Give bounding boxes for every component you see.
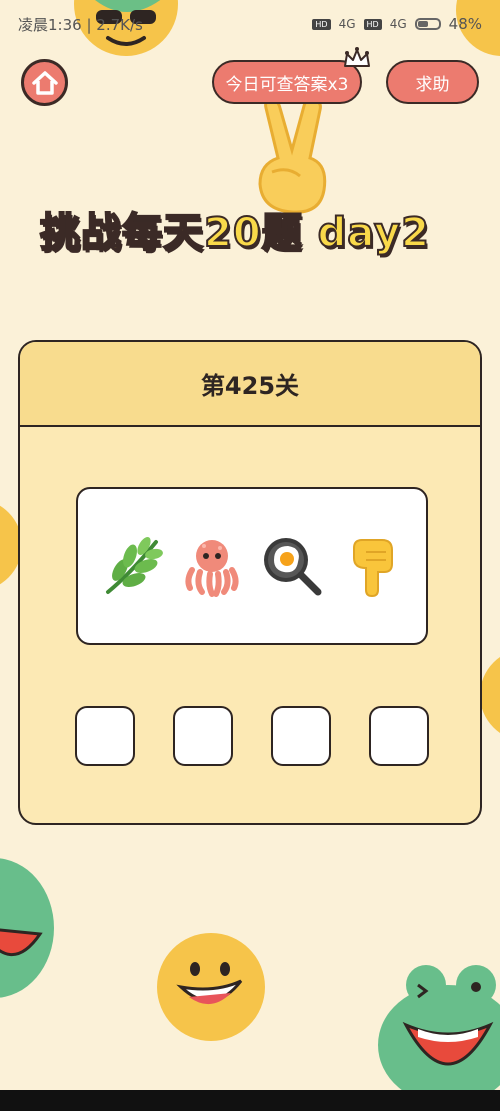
network-type-2: 4G [389, 17, 407, 31]
status-time-speed: 凌晨1:36 | 2.7K/s [18, 14, 312, 35]
level-label: 第425关 [20, 342, 480, 427]
octopus-icon [185, 540, 239, 597]
home-button[interactable] [21, 59, 68, 106]
answer-slot-1[interactable] [75, 706, 135, 766]
crown-icon [344, 47, 370, 67]
hd-badge-2: HD [363, 18, 382, 30]
pointing-down-icon [353, 539, 393, 598]
herb-icon [106, 536, 163, 594]
battery-icon [414, 18, 441, 30]
puzzle-card: 第425关 [18, 340, 482, 825]
challenge-title: 挑战每天20题 day2 [39, 209, 430, 257]
frying-pan-egg-icon [264, 538, 322, 596]
frog-decoration-bottom-right [378, 965, 500, 1090]
answer-slot-3[interactable] [271, 706, 331, 766]
answer-slot-2[interactable] [173, 706, 233, 766]
laughing-smiley-decoration [157, 933, 265, 1041]
network-type-1: 4G [338, 17, 356, 31]
frog-decoration-left [0, 858, 54, 998]
network-speed: 2.7K/s [96, 15, 143, 34]
status-bar: 凌晨1:36 | 2.7K/s HD 4G HD 4G 48% [0, 0, 500, 48]
help-button[interactable]: 求助 [386, 60, 479, 104]
status-divider: | [86, 15, 97, 34]
answer-slot-4[interactable] [369, 706, 429, 766]
battery-percent: 48% [448, 15, 482, 33]
answer-slots [75, 706, 429, 768]
emoji-clue-box [76, 487, 428, 645]
status-time: 凌晨1:36 [18, 15, 82, 34]
hd-badge-1: HD [312, 18, 331, 30]
home-icon [31, 70, 58, 95]
status-indicators: HD 4G HD 4G 48% [312, 15, 482, 33]
navigation-bar [0, 1090, 500, 1111]
check-answers-button[interactable]: 今日可查答案x3 [212, 60, 362, 104]
